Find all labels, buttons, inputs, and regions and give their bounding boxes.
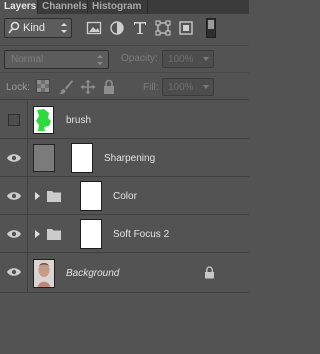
layer-name: Soft Focus 2 [113, 229, 170, 240]
layer-group-soft-focus-2[interactable]: Soft Focus 2 [0, 215, 249, 253]
visibility-toggle[interactable] [0, 101, 28, 139]
updown-chevron-icon [96, 54, 104, 69]
tab-layers[interactable]: Layers [0, 0, 38, 14]
search-icon [8, 21, 20, 38]
updown-chevron-icon [60, 21, 68, 38]
layer-brush[interactable]: brush [0, 101, 249, 139]
adjustment-filter-icon[interactable] [109, 20, 125, 36]
filter-kind-select[interactable]: Kind [4, 18, 72, 38]
eye-icon [7, 268, 21, 276]
eye-icon [7, 154, 21, 162]
lock-transparency-icon[interactable] [36, 79, 52, 95]
layer-name: Background [66, 268, 120, 279]
filter-kind-label: Kind [23, 22, 46, 34]
smart-object-filter-icon[interactable] [178, 20, 194, 36]
fill-label: Fill: [143, 82, 159, 93]
visibility-toggle[interactable] [0, 253, 28, 293]
panel-tabs: Layers Channels Histogram [0, 0, 249, 14]
visibility-toggle[interactable] [0, 177, 28, 215]
portrait-thumbnail-icon [34, 260, 54, 287]
disclosure-triangle-icon[interactable] [34, 229, 41, 242]
lock-bar: Lock: Fill: 100% [0, 72, 249, 100]
toggle-knob [208, 20, 214, 29]
layer-name: Color [113, 191, 137, 202]
pixel-filter-icon[interactable] [86, 20, 102, 36]
lock-pixels-brush-icon[interactable] [58, 79, 74, 95]
layer-sharpening[interactable]: Sharpening [0, 139, 249, 177]
shape-filter-icon[interactable] [155, 20, 171, 36]
eye-icon [7, 192, 21, 200]
layer-name: brush [66, 115, 92, 126]
opacity-value: 100% [168, 54, 194, 65]
filter-bar: Kind [0, 14, 249, 44]
layer-background[interactable]: Background [0, 253, 249, 293]
lock-icon [204, 266, 215, 282]
layer-group-color[interactable]: Color [0, 177, 249, 215]
chevron-down-icon[interactable] [202, 54, 210, 67]
layer-name: Sharpening [104, 153, 156, 164]
layer-mask-thumbnail[interactable] [80, 181, 102, 211]
opacity-field[interactable]: 100% [162, 50, 214, 68]
lock-all-icon[interactable] [103, 79, 119, 95]
blend-bar: Normal Opacity: 100% [0, 45, 249, 72]
fill-field[interactable]: 100% [162, 78, 214, 96]
eye-icon [7, 230, 21, 238]
tab-channels[interactable]: Channels [38, 0, 88, 14]
chevron-down-icon[interactable] [202, 82, 210, 95]
lock-label: Lock: [6, 82, 30, 93]
visibility-toggle[interactable] [0, 215, 28, 253]
layer-thumbnail[interactable] [33, 259, 55, 288]
blend-mode-value: Normal [11, 54, 44, 65]
tab-histogram[interactable]: Histogram [88, 0, 148, 14]
folder-icon [46, 227, 62, 244]
blend-mode-select[interactable]: Normal [4, 50, 109, 69]
folder-icon [46, 189, 62, 206]
fill-value: 100% [168, 82, 194, 93]
layer-mask-thumbnail[interactable] [71, 143, 93, 173]
visibility-off-box [8, 114, 20, 126]
green-mask-thumbnail-icon [36, 109, 51, 131]
visibility-toggle[interactable] [0, 139, 28, 177]
layer-thumbnail[interactable] [33, 106, 54, 134]
disclosure-triangle-icon[interactable] [34, 191, 41, 204]
layer-thumbnail[interactable] [33, 144, 55, 172]
opacity-label: Opacity: [121, 53, 158, 64]
lock-position-move-icon[interactable] [80, 79, 96, 95]
layer-mask-thumbnail[interactable] [80, 219, 102, 249]
filter-toggle-switch[interactable] [206, 18, 216, 38]
layers-panel: Layers Channels Histogram Kind Normal Op… [0, 0, 249, 354]
type-filter-icon[interactable] [132, 20, 148, 36]
